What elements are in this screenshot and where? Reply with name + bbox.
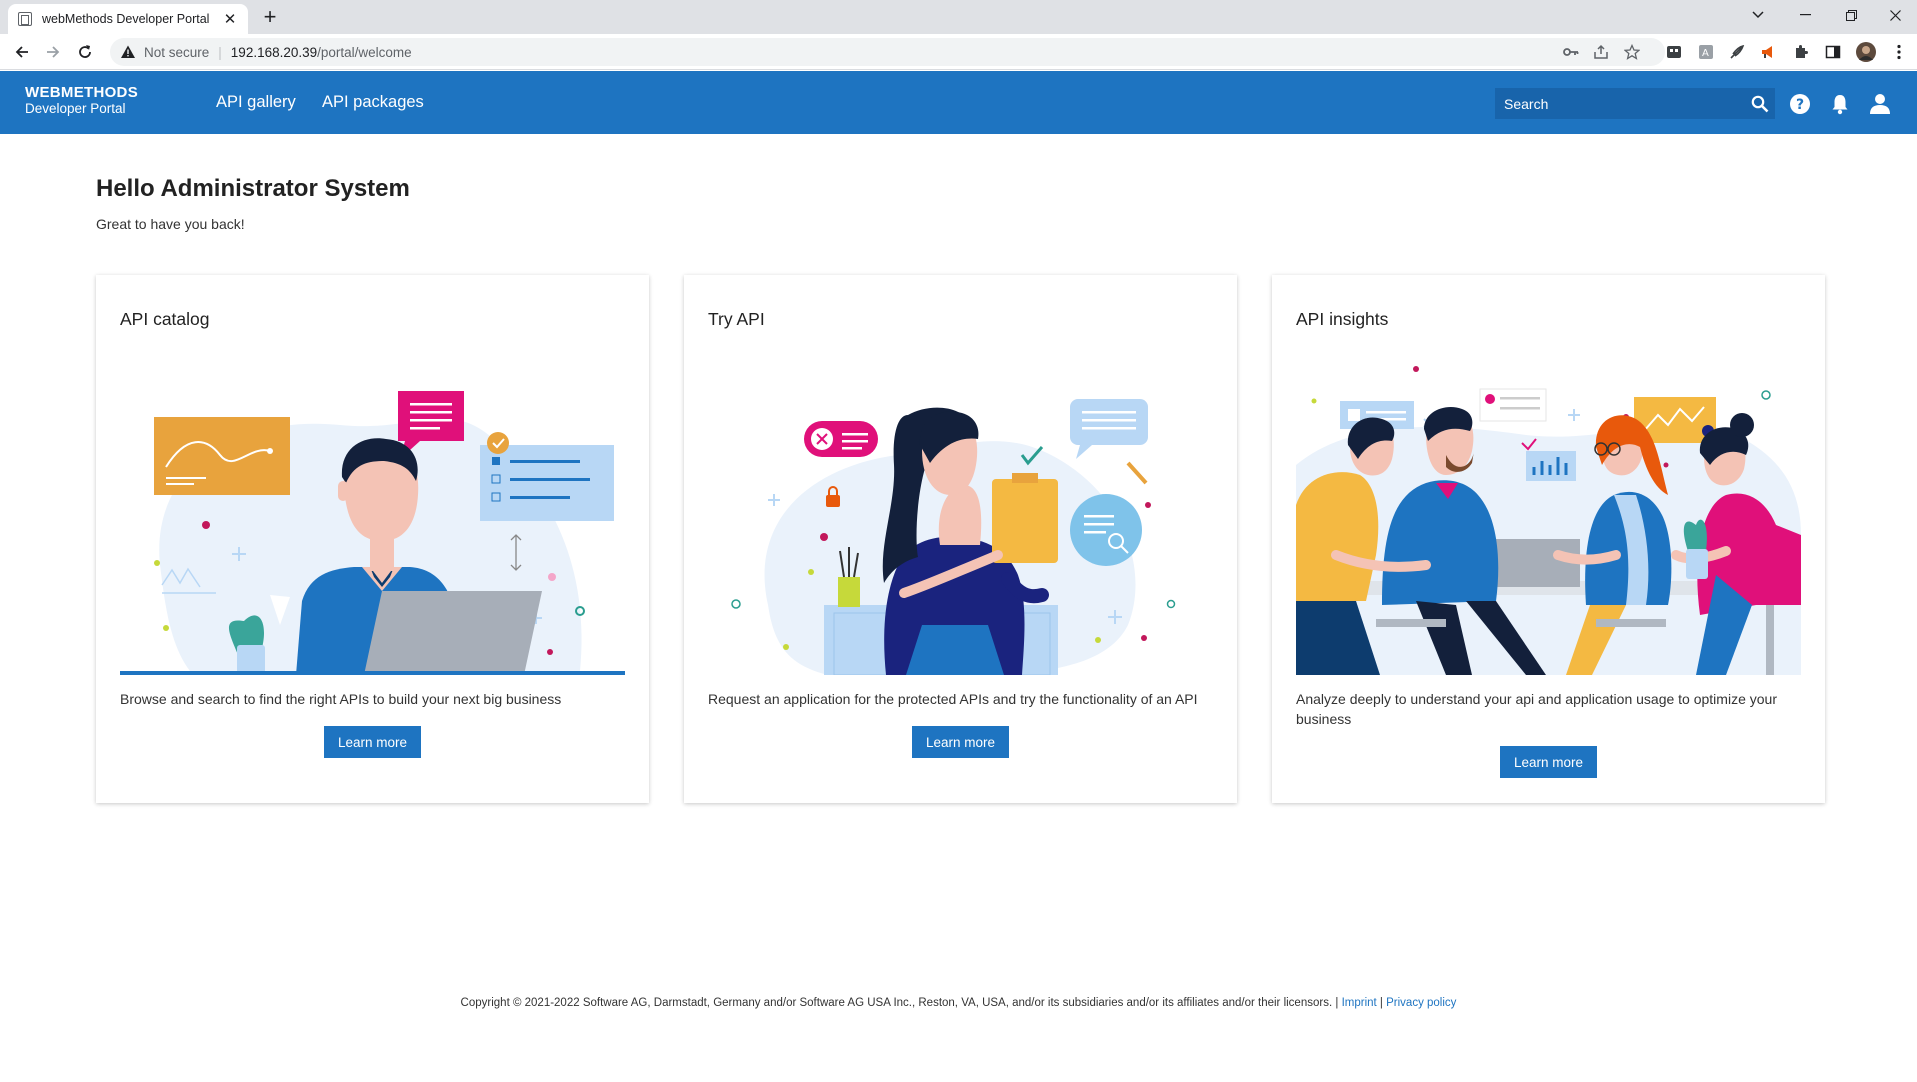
page-favicon-icon (18, 12, 32, 26)
imprint-link[interactable]: Imprint (1342, 997, 1377, 1009)
extensions-puzzle-icon[interactable] (1791, 42, 1811, 62)
address-toolbar: Not secure | 192.168.20.39/portal/welcom… (0, 34, 1917, 70)
page-footer: Copyright © 2021-2022 Software AG, Darms… (0, 997, 1917, 1009)
browser-menu-icon[interactable] (1889, 42, 1909, 62)
browser-tab[interactable]: webMethods Developer Portal ✕ (8, 4, 248, 34)
card-api-catalog: API catalog Browse and search to find th… (96, 275, 649, 803)
extension-grid-icon[interactable] (1664, 42, 1684, 62)
brand-subtitle: Developer Portal (25, 101, 126, 116)
welcome-subtitle: Great to have you back! (96, 216, 245, 232)
portal-header: WEBMETHODS Developer Portal API gallery … (0, 71, 1917, 134)
api-insights-illustration (1296, 366, 1801, 675)
api-catalog-illustration (120, 391, 625, 675)
learn-more-api-catalog-button[interactable]: Learn more (324, 726, 421, 758)
extension-translate-icon[interactable]: A (1696, 42, 1716, 62)
forward-arrow-icon[interactable] (41, 40, 65, 64)
search-icon[interactable] (1745, 89, 1775, 119)
nav-api-packages[interactable]: API packages (322, 93, 424, 112)
back-arrow-icon[interactable] (10, 40, 34, 64)
card-description: Request an application for the protected… (708, 691, 1198, 707)
brand-logo[interactable]: WEBMETHODS Developer Portal (25, 85, 138, 117)
search-input[interactable] (1504, 95, 1745, 112)
card-description: Analyze deeply to understand your api an… (1296, 691, 1777, 727)
svg-text:A: A (1702, 48, 1709, 59)
help-icon[interactable]: ? (1787, 91, 1813, 117)
learn-more-try-api-button[interactable]: Learn more (912, 726, 1009, 758)
tab-title: webMethods Developer Portal (42, 12, 210, 26)
address-bar[interactable]: Not secure | 192.168.20.39/portal/welcom… (110, 38, 1665, 66)
footer-separator: | (1335, 997, 1339, 1009)
card-try-api: Try API Request an application for the p… (684, 275, 1237, 803)
nav-api-gallery[interactable]: API gallery (216, 93, 296, 112)
footer-separator: | (1379, 997, 1383, 1009)
card-title: Try API (708, 309, 765, 329)
page-title: Hello Administrator System (96, 175, 410, 202)
card-title: API insights (1296, 309, 1389, 329)
restore-icon[interactable] (1828, 0, 1874, 30)
side-panel-icon[interactable] (1823, 42, 1843, 62)
tab-search-chevron-icon[interactable] (1735, 0, 1781, 30)
browser-tab-strip: webMethods Developer Portal ✕ + (0, 0, 1917, 34)
card-description: Browse and search to find the right APIs… (120, 691, 562, 707)
card-api-insights: API insights Analyze deeply to understan… (1272, 275, 1825, 803)
try-api-illustration (731, 399, 1176, 675)
extension-megaphone-icon[interactable] (1758, 42, 1778, 62)
privacy-policy-link[interactable]: Privacy policy (1386, 997, 1456, 1009)
bookmark-star-icon[interactable] (1622, 42, 1642, 62)
learn-more-api-insights-button[interactable]: Learn more (1500, 746, 1597, 778)
tab-close-icon[interactable]: ✕ (222, 10, 238, 28)
share-icon[interactable] (1591, 42, 1611, 62)
security-status[interactable]: Not secure (144, 45, 209, 60)
warning-icon (121, 45, 135, 58)
svg-text:?: ? (1796, 97, 1804, 113)
card-title: API catalog (120, 309, 210, 329)
url-text[interactable]: 192.168.20.39/portal/welcome (231, 45, 412, 60)
url-separator: | (218, 44, 222, 60)
profile-avatar[interactable] (1856, 42, 1876, 62)
notification-bell-icon[interactable] (1827, 91, 1853, 117)
copyright-text: Copyright © 2021-2022 Software AG, Darms… (460, 997, 1333, 1009)
password-key-icon[interactable] (1561, 42, 1581, 62)
minimize-icon[interactable] (1782, 0, 1828, 30)
brand-name: WEBMETHODS (25, 84, 138, 101)
close-window-icon[interactable] (1872, 0, 1917, 30)
extension-feather-icon[interactable] (1727, 42, 1747, 62)
user-profile-icon[interactable] (1867, 91, 1893, 117)
search-box (1495, 88, 1775, 119)
reload-icon[interactable] (73, 40, 97, 64)
new-tab-icon[interactable]: + (258, 5, 282, 29)
